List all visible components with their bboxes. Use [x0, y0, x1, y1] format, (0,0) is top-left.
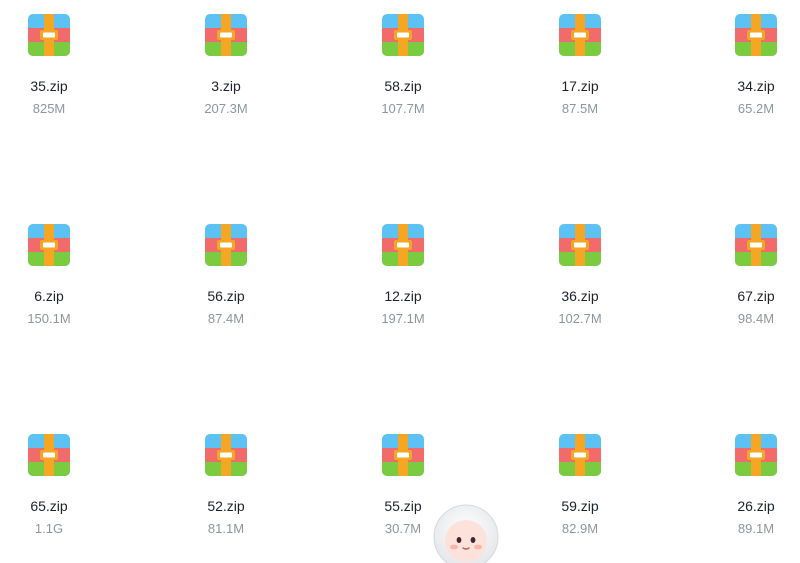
zip-archive-icon: [28, 224, 70, 266]
zip-archive-icon: [559, 434, 601, 476]
file-size: 89.1M: [737, 521, 775, 536]
assistant-mascot-icon[interactable]: [431, 503, 501, 563]
file-size: 82.9M: [561, 521, 599, 536]
file-item[interactable]: 59.zip 82.9M: [525, 434, 635, 554]
file-name: 6.zip: [34, 288, 64, 304]
file-name: 58.zip: [384, 78, 422, 94]
file-size: 150.1M: [27, 311, 71, 326]
zip-archive-icon: [735, 224, 777, 266]
file-size: 87.5M: [561, 101, 599, 116]
file-name: 65.zip: [30, 498, 68, 514]
file-item[interactable]: 12.zip 197.1M: [348, 224, 458, 344]
zip-archive-icon: [382, 434, 424, 476]
file-name: 67.zip: [737, 288, 775, 304]
file-size: 107.7M: [381, 101, 425, 116]
file-name: 36.zip: [561, 288, 599, 304]
file-size: 98.4M: [737, 311, 775, 326]
file-size: 65.2M: [737, 101, 775, 116]
zip-archive-icon: [559, 14, 601, 56]
zip-archive-icon: [205, 434, 247, 476]
file-size: 207.3M: [204, 101, 248, 116]
file-name: 52.zip: [207, 498, 245, 514]
zip-archive-icon: [735, 434, 777, 476]
file-name: 35.zip: [30, 78, 68, 94]
file-name: 26.zip: [737, 498, 775, 514]
file-item[interactable]: 67.zip 98.4M: [701, 224, 800, 344]
file-item[interactable]: 17.zip 87.5M: [525, 14, 635, 134]
file-name: 3.zip: [211, 78, 241, 94]
zip-archive-icon: [735, 14, 777, 56]
zip-archive-icon: [28, 14, 70, 56]
file-item[interactable]: 3.zip 207.3M: [171, 14, 281, 134]
zip-archive-icon: [205, 14, 247, 56]
file-size: 102.7M: [558, 311, 602, 326]
file-item[interactable]: 6.zip 150.1M: [0, 224, 104, 344]
file-item[interactable]: 65.zip 1.1G: [0, 434, 104, 554]
zip-archive-icon: [559, 224, 601, 266]
file-size: 197.1M: [381, 311, 425, 326]
file-name: 34.zip: [737, 78, 775, 94]
file-item[interactable]: 26.zip 89.1M: [701, 434, 800, 554]
file-item[interactable]: 36.zip 102.7M: [525, 224, 635, 344]
file-item[interactable]: 58.zip 107.7M: [348, 14, 458, 134]
file-grid: 35.zip 825M 3.zip 207.3M 58.zip 107.7M 1…: [0, 0, 800, 563]
file-size: 825M: [32, 101, 66, 116]
file-name: 59.zip: [561, 498, 599, 514]
file-item[interactable]: 56.zip 87.4M: [171, 224, 281, 344]
zip-archive-icon: [382, 224, 424, 266]
zip-archive-icon: [28, 434, 70, 476]
file-item[interactable]: 34.zip 65.2M: [701, 14, 800, 134]
zip-archive-icon: [382, 14, 424, 56]
file-size: 81.1M: [207, 521, 245, 536]
file-item[interactable]: 35.zip 825M: [0, 14, 104, 134]
file-name: 12.zip: [384, 288, 422, 304]
file-size: 1.1G: [34, 521, 64, 536]
file-name: 56.zip: [207, 288, 245, 304]
zip-archive-icon: [205, 224, 247, 266]
file-size: 87.4M: [207, 311, 245, 326]
file-name: 17.zip: [561, 78, 599, 94]
file-item[interactable]: 52.zip 81.1M: [171, 434, 281, 554]
